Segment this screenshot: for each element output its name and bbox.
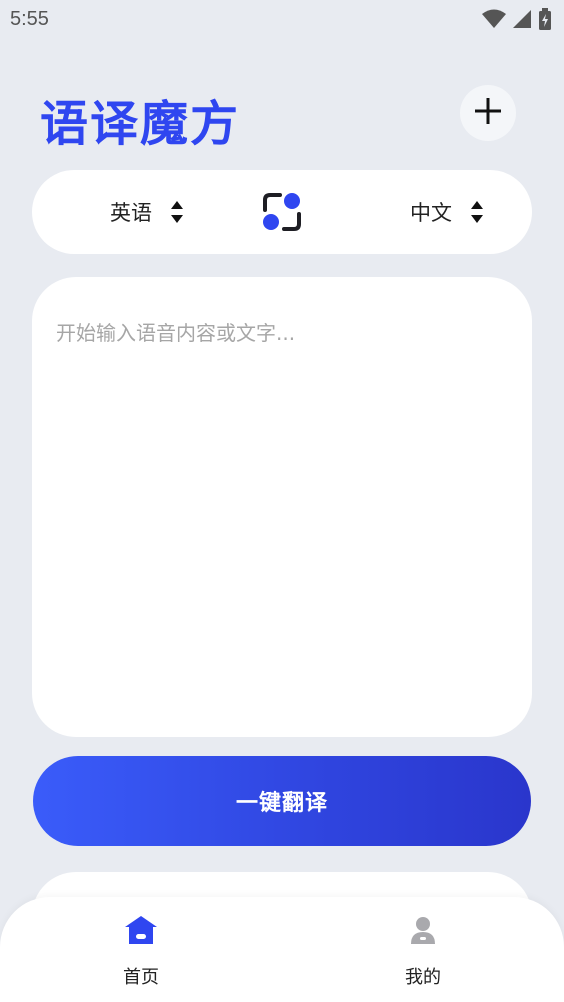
status-time: 5:55 [10,8,49,30]
bottom-nav: 首页 我的 [0,897,564,1002]
swap-languages-icon [261,193,303,237]
translator-home-screen: 5:55 语译魔方 英语 中文 开始输入语音内容或文字... 一键翻译 首页 我… [0,0,564,1002]
source-language-label: 英语 [110,201,152,225]
up-down-arrows-icon [470,200,484,224]
nav-label-home: 首页 [123,967,159,988]
language-selector-bar: 英语 中文 [32,170,532,254]
battery-charging-icon [538,8,552,34]
home-icon [124,915,158,949]
target-language-select[interactable]: 中文 [410,170,484,254]
cell-signal-icon [512,9,532,33]
user-icon [408,915,438,949]
target-language-label: 中文 [410,201,452,225]
wifi-icon [482,9,506,33]
source-language-select[interactable]: 英语 [110,170,184,254]
translate-button[interactable]: 一键翻译 [33,756,531,846]
status-bar: 5:55 [0,0,564,40]
input-card [32,277,532,737]
app-title: 语译魔方 [40,96,241,152]
text-input[interactable] [56,317,506,707]
nav-item-mine[interactable]: 我的 [363,915,483,989]
nav-item-home[interactable]: 首页 [81,915,201,989]
up-down-arrows-icon [170,200,184,224]
status-icons [482,8,552,34]
plus-icon [473,96,503,130]
nav-label-mine: 我的 [405,967,441,988]
swap-languages-button[interactable] [261,191,303,233]
add-button[interactable] [460,85,516,141]
